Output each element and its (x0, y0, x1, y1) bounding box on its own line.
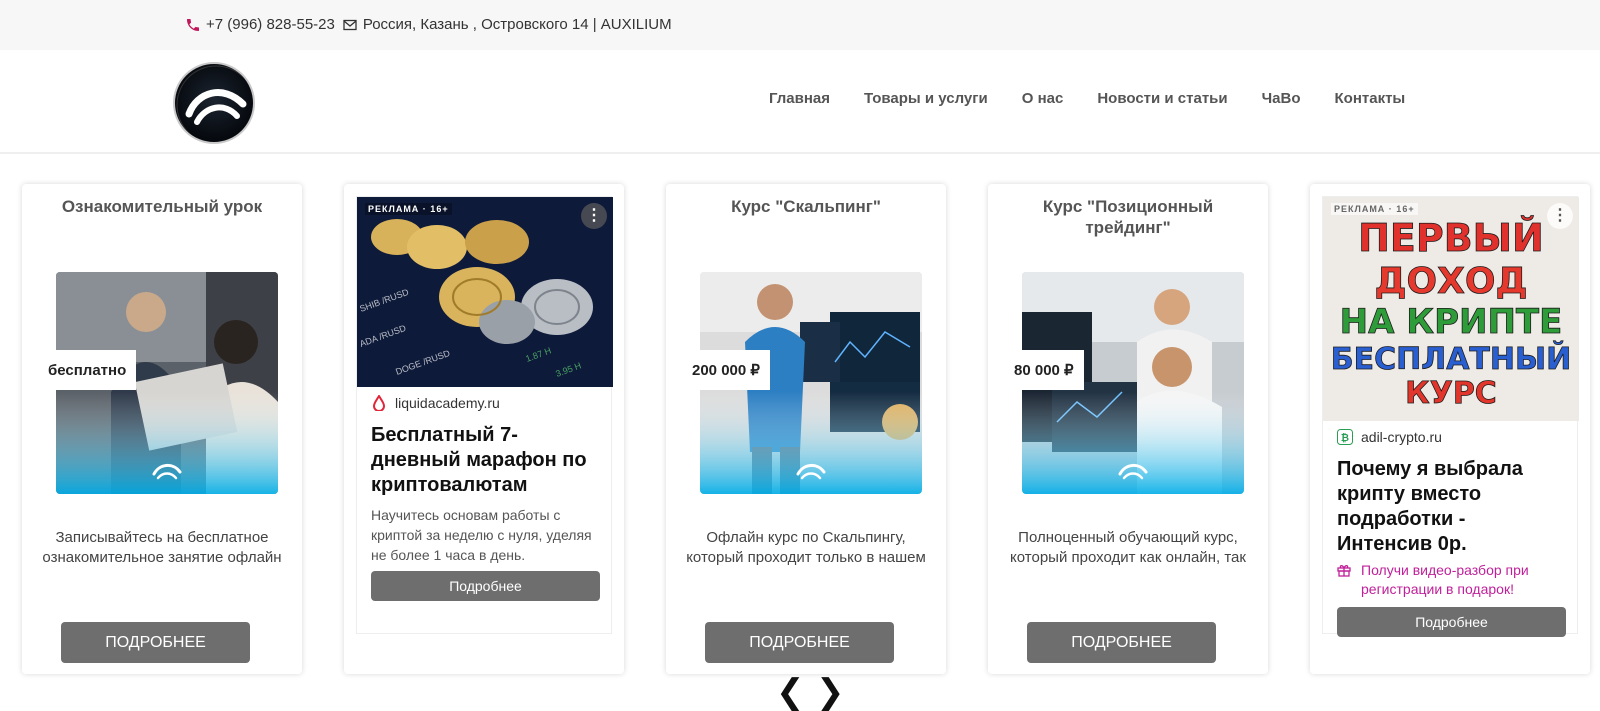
auxilium-logo[interactable] (173, 62, 255, 144)
more-options-icon[interactable]: ⋮ (1547, 203, 1573, 229)
svg-text:₿: ₿ (1341, 432, 1349, 444)
more-options-icon[interactable]: ⋮ (581, 203, 607, 229)
nav-item-faq[interactable]: ЧаВо (1262, 90, 1301, 107)
carousel-prev-icon[interactable]: ❮ (776, 675, 805, 709)
more-button[interactable]: ПОДРОБНЕЕ (705, 622, 894, 663)
drop-icon (371, 395, 387, 411)
ad-domain-text[interactable]: adil-crypto.ru (1361, 429, 1442, 445)
ad-headline[interactable]: Бесплатный 7-дневный марафон по криптова… (371, 423, 597, 498)
ad-card-liquidacademy[interactable]: SHIB /RUSD ADA /RUSD DOGE /RUSD 1.87 H 3… (344, 184, 624, 674)
card-title: Курс "Позиционный трейдинг" (1042, 197, 1214, 237)
more-button[interactable]: ПОДРОБНЕЕ (1027, 622, 1216, 663)
ad-promo-text: Получи видео-разбор при регистрации в по… (1361, 562, 1529, 597)
ad-body: Научитесь основам работы с криптой за не… (371, 507, 592, 563)
contact-bar: +7 (996) 828-55-23 Россия, Казань , Остр… (0, 0, 1600, 50)
course-card-scalping: Курс "Скальпинг" 200 000 ₽ Офлайн курс п… (666, 184, 946, 674)
ad-promo: Получи видео-разбор при регистрации в по… (1337, 561, 1567, 599)
ad-domain-text[interactable]: liquidacademy.ru (395, 395, 500, 411)
ad-image-line-3: НА КРИПТЕ (1340, 302, 1563, 342)
ad-image-line-5: КУРС (1405, 376, 1497, 411)
course-card-intro: Ознакомительный урок бесплатно Записывай… (22, 184, 302, 674)
carousel-next-icon[interactable]: ❯ (816, 675, 845, 709)
gift-icon (1337, 563, 1351, 599)
card-description: Офлайн курс по Скальпингу, который прохо… (686, 529, 926, 566)
card-title: Ознакомительный урок (61, 197, 263, 216)
phone-icon (184, 17, 202, 33)
site-favicon-icon: ₿ (1337, 429, 1353, 445)
price-badge: 80 000 ₽ (1004, 350, 1084, 390)
main-nav: Главная Товары и услуги О нас Новости и … (769, 90, 1439, 107)
course-card-positional: Курс "Позиционный трейдинг" 80 000 ₽ Пол… (988, 184, 1268, 674)
ad-domain[interactable]: ₿ adil-crypto.ru (1337, 429, 1442, 445)
more-button[interactable]: ПОДРОБНЕЕ (61, 622, 250, 663)
ad-image-line-4: БЕСПЛАТНЫЙ (1331, 341, 1571, 377)
ad-card-adil-crypto[interactable]: ПЕРВЫЙ ДОХОД НА КРИПТЕ БЕСПЛАТНЫЙ КУРС Р… (1310, 184, 1590, 674)
ad-label: РЕКЛАМА · 16+ (1331, 203, 1418, 215)
card-title: Курс "Скальпинг" (731, 197, 881, 216)
ad-more-button[interactable]: Подробнее (371, 571, 600, 601)
ad-image-coins[interactable]: SHIB /RUSD ADA /RUSD DOGE /RUSD 1.87 H 3… (357, 197, 613, 387)
ad-headline[interactable]: Почему я выбрала крипту вместо подработк… (1337, 457, 1563, 557)
address-text: Россия, Казань , Островского 14 | AUXILI… (362, 16, 672, 33)
nav-item-home[interactable]: Главная (769, 90, 830, 107)
price-badge: бесплатно (38, 350, 137, 390)
nav-item-news[interactable]: Новости и статьи (1097, 90, 1227, 107)
price-badge: 200 000 ₽ (682, 350, 770, 390)
ad-image-line-2: ДОХОД (1374, 261, 1527, 302)
nav-item-contacts[interactable]: Контакты (1335, 90, 1406, 107)
card-description: Полноценный обучающий курс, который прох… (1010, 529, 1246, 566)
card-description: Записывайтесь на бесплатное ознакомитель… (42, 529, 282, 566)
site-header: Главная Товары и услуги О нас Новости и … (0, 50, 1600, 154)
ad-label: РЕКЛАМА · 16+ (365, 203, 452, 215)
ad-domain[interactable]: liquidacademy.ru (371, 395, 500, 411)
nav-item-about[interactable]: О нас (1022, 90, 1064, 107)
ad-image-line-1: ПЕРВЫЙ (1358, 216, 1544, 260)
ad-image-crypto-course[interactable]: ПЕРВЫЙ ДОХОД НА КРИПТЕ БЕСПЛАТНЫЙ КУРС Р… (1323, 197, 1579, 421)
ad-more-button[interactable]: Подробнее (1337, 607, 1566, 637)
nav-item-products[interactable]: Товары и услуги (864, 90, 988, 107)
phone-link[interactable]: +7 (996) 828-55-23 (206, 16, 335, 33)
mail-icon (341, 17, 359, 33)
